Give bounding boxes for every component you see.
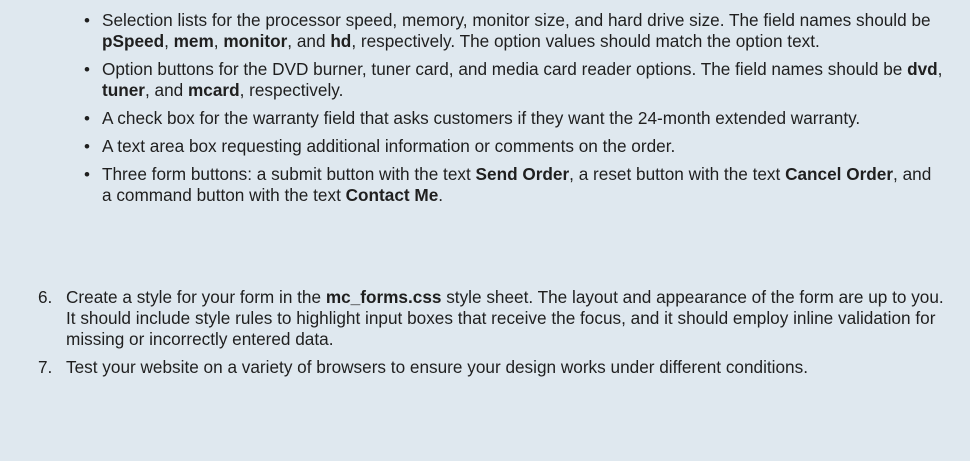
bullet-text: Selection lists for the processor speed,… (102, 10, 931, 51)
document-page: Selection lists for the processor speed,… (0, 0, 970, 461)
requirements-bullet-list: Selection lists for the processor speed,… (84, 10, 944, 213)
step-text: Test your website on a variety of browse… (66, 357, 808, 377)
step-text: Create a style for your form in the mc_f… (66, 287, 944, 349)
step-item-6: 6. Create a style for your form in the m… (38, 287, 948, 350)
bullet-text: A check box for the warranty field that … (102, 108, 861, 128)
bullet-text: Three form buttons: a submit button with… (102, 164, 932, 205)
numbered-steps-list: 6. Create a style for your form in the m… (38, 287, 948, 385)
bullet-item-option-buttons: Option buttons for the DVD burner, tuner… (84, 59, 944, 101)
bullet-text: Option buttons for the DVD burner, tuner… (102, 59, 943, 100)
bullet-item-selection-lists: Selection lists for the processor speed,… (84, 10, 944, 52)
bullet-item-check-box: A check box for the warranty field that … (84, 108, 944, 129)
step-number: 6. (38, 287, 53, 307)
step-item-7: 7. Test your website on a variety of bro… (38, 357, 948, 378)
step-number: 7. (38, 357, 53, 377)
bullet-text: A text area box requesting additional in… (102, 136, 676, 156)
bullet-item-text-area: A text area box requesting additional in… (84, 136, 944, 157)
bullet-item-form-buttons: Three form buttons: a submit button with… (84, 164, 944, 206)
